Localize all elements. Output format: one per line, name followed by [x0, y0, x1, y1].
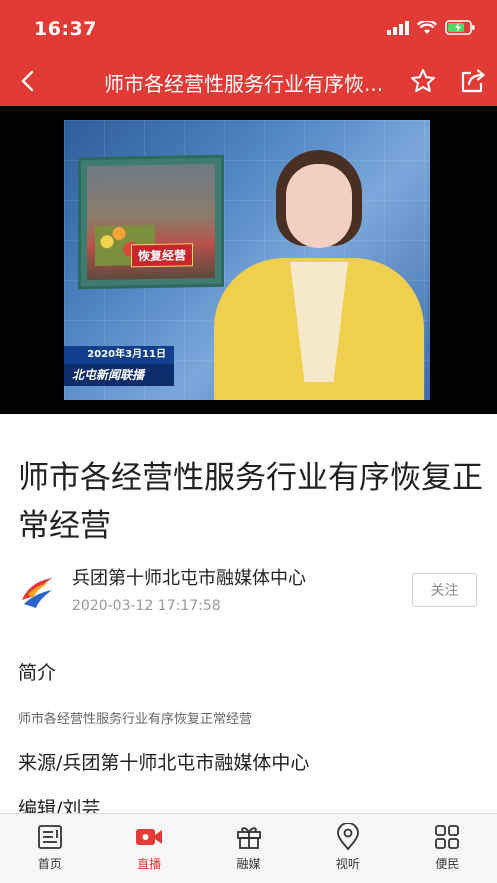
status-icons — [387, 20, 475, 35]
video-player[interactable]: 恢复经营 2020年3月11日 北屯新闻联播 — [0, 106, 497, 414]
intro-title: 简介 — [18, 662, 57, 684]
publish-time: 2020-03-12 17:17:58 — [72, 598, 221, 614]
news-anchor — [214, 150, 424, 400]
anchor-face — [286, 164, 352, 248]
source-name[interactable]: 兵团第十师北屯市融媒体中心 — [72, 564, 306, 590]
nav-bar: 师市各经营性服务行业有序恢... — [0, 56, 497, 106]
article-summary: 师市各经营性服务行业有序恢复正常经营 — [18, 712, 253, 727]
follow-button[interactable]: 关注 — [412, 573, 477, 607]
media-center-logo-icon — [22, 578, 52, 608]
tab-home[interactable]: 首页 — [0, 814, 99, 883]
battery-icon — [445, 20, 475, 35]
share-icon — [461, 69, 485, 93]
back-button[interactable] — [12, 66, 42, 96]
chevron-left-icon — [21, 70, 34, 92]
video-frame: 恢复经营 2020年3月11日 北屯新闻联播 — [64, 120, 430, 400]
gift-icon — [234, 822, 264, 852]
status-time: 16:37 — [34, 18, 97, 40]
tab-label: 便民 — [435, 857, 460, 871]
tab-label: 首页 — [37, 857, 62, 871]
star-icon — [411, 69, 435, 92]
location-icon — [333, 822, 363, 852]
source-line: 来源/兵团第十师北屯市融媒体中心 — [18, 752, 310, 774]
article-headline: 师市各经营性服务行业有序恢复正常经营 — [18, 460, 483, 544]
tab-label: 融媒 — [236, 857, 261, 871]
broadcast-date: 2020年3月11日 — [64, 346, 174, 364]
nav-title: 师市各经营性服务行业有序恢... — [104, 72, 384, 96]
wifi-icon — [417, 20, 437, 34]
source-avatar[interactable] — [18, 574, 56, 612]
home-icon — [35, 822, 65, 852]
signal-icon — [387, 20, 409, 35]
share-button[interactable] — [458, 66, 488, 96]
grid-icon — [432, 822, 462, 852]
bottom-tab-bar: 首页 直播 融媒 视听 便民 — [0, 813, 497, 883]
status-bar: 16:37 — [0, 0, 497, 56]
tab-live[interactable]: 直播 — [99, 814, 198, 883]
tab-label: 视听 — [335, 857, 360, 871]
video-inset-picture: 恢复经营 — [78, 154, 224, 290]
tab-label: 直播 — [137, 857, 162, 871]
live-camera-icon — [134, 822, 164, 852]
inset-caption: 恢复经营 — [131, 243, 194, 268]
favorite-button[interactable] — [408, 66, 438, 96]
tab-services[interactable]: 便民 — [398, 814, 497, 883]
program-name: 北屯新闻联播 — [64, 364, 174, 386]
tab-audiovisual[interactable]: 视听 — [298, 814, 397, 883]
tab-media[interactable]: 融媒 — [199, 814, 298, 883]
